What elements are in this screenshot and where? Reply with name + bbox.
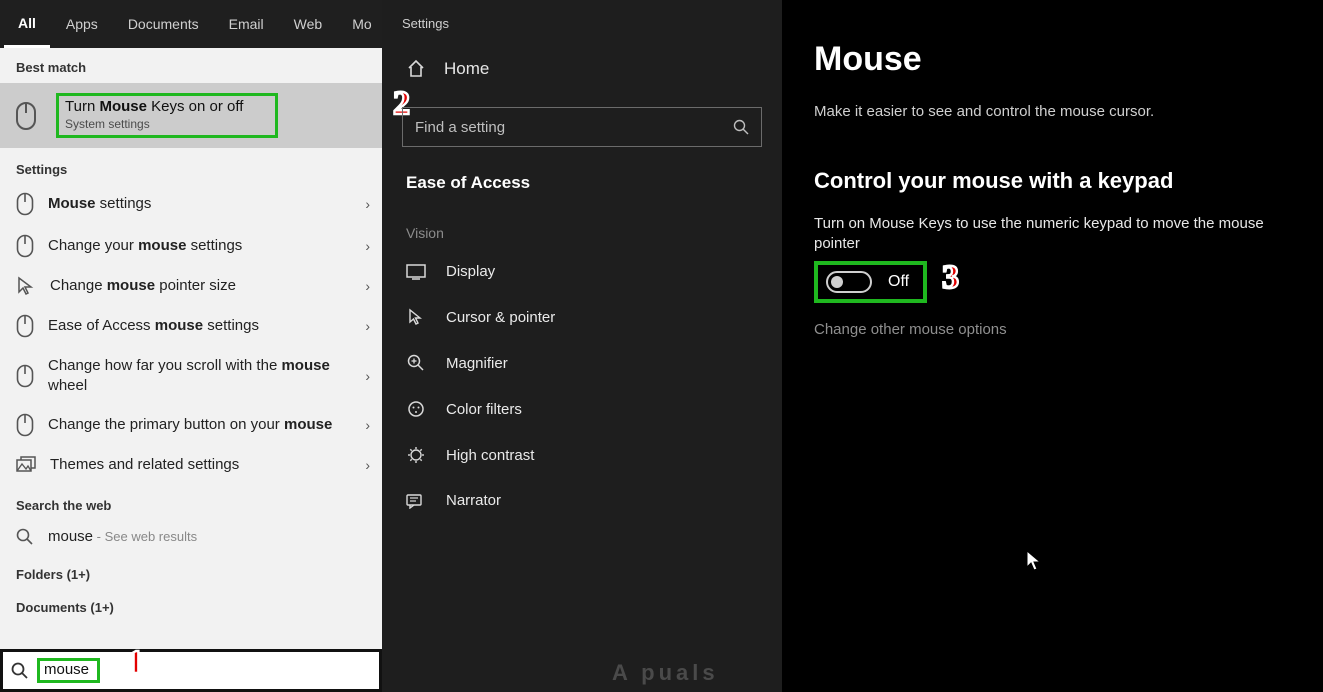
chevron-right-icon: › [365,196,370,212]
nav-item-label: Cursor & pointer [446,309,555,326]
nav-magnifier[interactable]: Magnifier [382,340,782,386]
tab-all[interactable]: All [4,0,50,48]
mouse-keys-toggle[interactable] [826,271,872,293]
mouse-keys-toggle-row: Off 3 [814,261,927,303]
page-title: Mouse [814,40,1293,79]
section-heading: Control your mouse with a keypad [814,168,1293,194]
best-match-result[interactable]: Turn Mouse Keys on or off System setting… [0,83,382,148]
settings-item-themes[interactable]: Themes and related settings › [0,446,382,484]
chevron-right-icon: › [365,417,370,433]
nav-color-filters[interactable]: Color filters [382,386,782,432]
chevron-right-icon: › [365,368,370,384]
find-setting-input[interactable]: Find a setting [402,107,762,147]
web-search-item[interactable]: mouse - See web results [0,519,382,555]
nav-group-vision: Vision [382,215,782,249]
toggle-description: Turn on Mouse Keys to use the numeric ke… [814,214,1293,255]
tab-web[interactable]: Web [280,0,337,48]
mouse-icon [12,101,40,131]
settings-item-label: Change your mouse settings [48,236,351,256]
chevron-right-icon: › [365,457,370,473]
page-description: Make it easier to see and control the mo… [814,103,1293,120]
tab-apps[interactable]: Apps [52,0,112,48]
mouse-icon [16,364,34,388]
chevron-right-icon: › [365,318,370,334]
cursor-icon [406,308,426,326]
nav-item-label: Display [446,263,495,280]
watermark: A puals [612,660,719,686]
search-icon [11,662,29,680]
nav-high-contrast[interactable]: High contrast [382,432,782,478]
display-icon [406,264,426,280]
settings-item-label: Mouse settings [48,194,351,214]
settings-item-label: Themes and related settings [50,455,351,475]
nav-home-label: Home [444,59,489,79]
mouse-icon [16,314,34,338]
start-search-panel: All Apps Documents Email Web Mo Best mat… [0,0,382,692]
themes-icon [16,456,36,474]
tab-more[interactable]: Mo [338,0,385,48]
nav-cursor-pointer[interactable]: Cursor & pointer [382,294,782,340]
color-filters-icon [406,400,426,418]
best-match-text: Turn Mouse Keys on or off System setting… [56,93,278,138]
mouse-icon [16,413,34,437]
nav-item-label: Color filters [446,401,522,418]
nav-item-label: High contrast [446,447,534,464]
search-icon [733,119,749,135]
settings-item-eoa-mouse[interactable]: Ease of Access mouse settings › [0,305,382,347]
web-section-header: Search the web [0,484,382,519]
tab-documents[interactable]: Documents [114,0,213,48]
web-search-label: mouse - See web results [48,528,197,545]
settings-item-label: Ease of Access mouse settings [48,316,351,336]
settings-section-header: Settings [0,148,382,183]
best-match-header: Best match [0,48,382,83]
high-contrast-icon [406,446,426,464]
nav-item-label: Magnifier [446,355,508,372]
mouse-cursor-icon [1026,550,1042,572]
search-icon [16,528,34,546]
settings-item-mouse-settings[interactable]: Mouse settings › [0,183,382,225]
nav-home[interactable]: Home [382,45,782,93]
settings-item-label: Change mouse pointer size [50,276,351,296]
window-title: Settings [382,10,782,45]
settings-item-label: Change the primary button on your mouse [48,415,351,435]
best-match-subtitle: System settings [65,117,265,131]
cursor-icon [16,276,36,296]
settings-item-pointer-size[interactable]: Change mouse pointer size › [0,267,382,305]
nav-display[interactable]: Display [382,249,782,294]
mouse-icon [16,192,34,216]
settings-item-change-mouse-settings[interactable]: Change your mouse settings › [0,225,382,267]
chevron-right-icon: › [365,238,370,254]
settings-item-primary-button[interactable]: Change the primary button on your mouse … [0,404,382,446]
folders-header[interactable]: Folders (1+) [0,555,382,588]
best-match-title: Turn Mouse Keys on or off [65,98,265,115]
settings-content: Mouse Make it easier to see and control … [782,0,1323,692]
mouse-icon [16,234,34,258]
search-tabs: All Apps Documents Email Web Mo [0,0,382,48]
nav-narrator[interactable]: Narrator [382,478,782,523]
tab-email[interactable]: Email [215,0,278,48]
annotation-badge-1: 1 [127,644,144,682]
settings-item-label: Change how far you scroll with the mouse… [48,356,351,395]
change-mouse-options-link[interactable]: Change other mouse options [814,321,1293,338]
settings-item-scroll-wheel[interactable]: Change how far you scroll with the mouse… [0,347,382,404]
toggle-state-label: Off [888,273,909,291]
narrator-icon [406,493,426,509]
documents-header[interactable]: Documents (1+) [0,588,382,621]
search-input[interactable]: mouse [37,658,100,683]
home-icon [406,59,426,79]
magnifier-icon [406,354,426,372]
nav-item-label: Narrator [446,492,501,509]
find-setting-placeholder: Find a setting [415,119,505,136]
annotation-badge-3: 3 [942,259,959,297]
settings-sidebar: Settings Home Find a setting Ease of Acc… [382,0,782,692]
nav-category-title: Ease of Access [382,169,782,215]
taskbar-search-box[interactable]: mouse 1 [0,649,382,692]
chevron-right-icon: › [365,278,370,294]
